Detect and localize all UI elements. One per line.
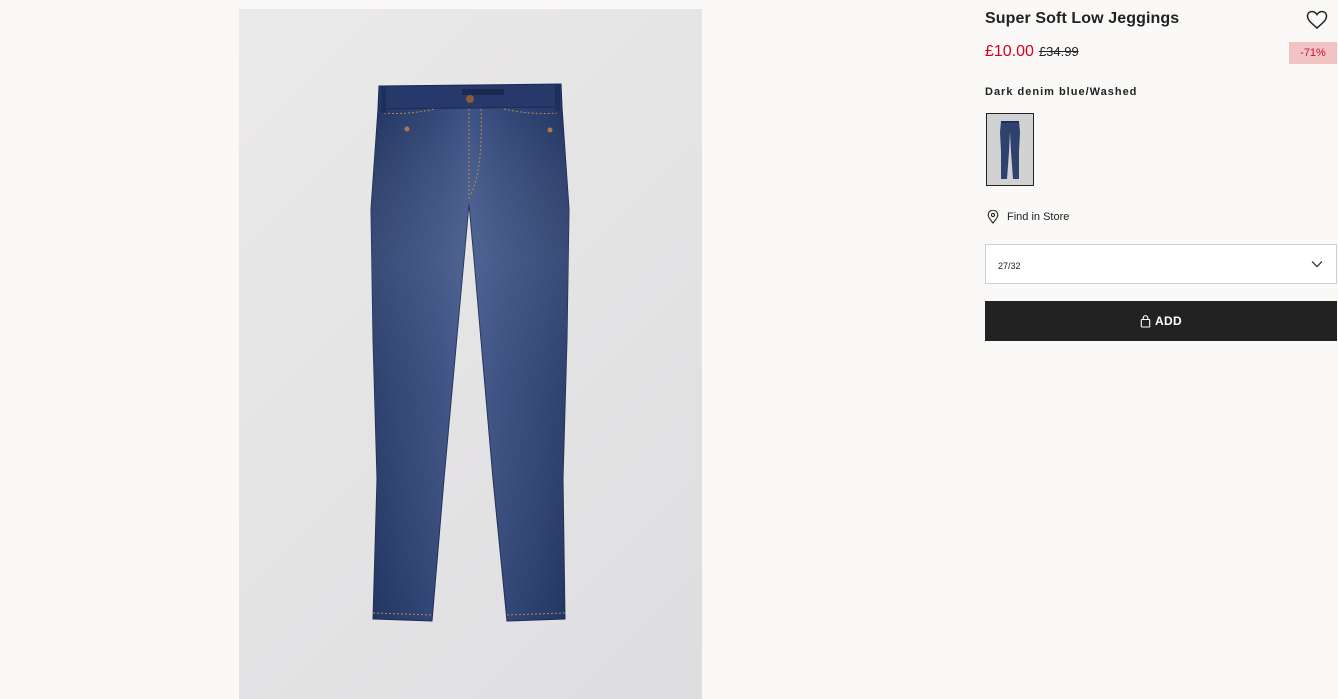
size-select[interactable]: 27/32 — [985, 244, 1337, 284]
find-in-store-label: Find in Store — [1007, 211, 1070, 223]
jeans-illustration — [370, 83, 570, 622]
add-button-label: ADD — [1155, 314, 1182, 328]
chevron-down-icon — [1311, 261, 1323, 268]
discount-badge: -71% — [1289, 42, 1337, 64]
price-row: £10.00 £34.99 — [985, 43, 1079, 61]
color-name: Dark denim blue/Washed — [985, 86, 1138, 98]
size-selected-value: 27/32 — [998, 261, 1021, 271]
sale-price: £10.00 — [985, 43, 1034, 60]
location-pin-icon — [987, 210, 999, 224]
find-in-store-link[interactable]: Find in Store — [987, 210, 1069, 224]
product-page: Super Soft Low Jeggings £10.00 £34.99 -7… — [0, 0, 1338, 699]
product-title: Super Soft Low Jeggings — [985, 10, 1180, 27]
shopping-bag-icon — [1140, 314, 1151, 328]
color-swatch[interactable] — [986, 113, 1034, 186]
original-price: £34.99 — [1038, 44, 1079, 59]
add-to-bag-button[interactable]: ADD — [985, 301, 1337, 341]
jeans-thumbnail — [1000, 120, 1020, 179]
product-image[interactable] — [239, 9, 702, 699]
heart-icon[interactable] — [1306, 10, 1328, 30]
